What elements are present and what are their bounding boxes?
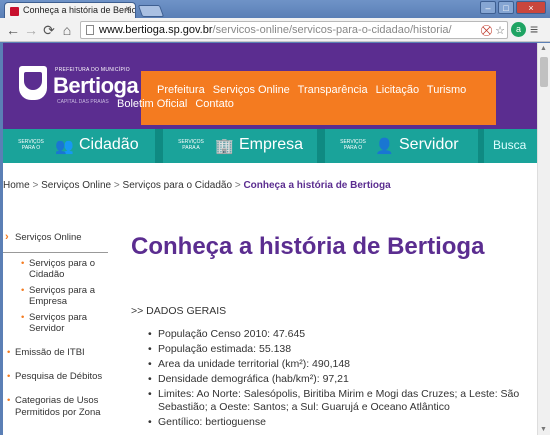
search-link[interactable]: Busca [493,138,526,152]
maximize-button[interactable]: □ [498,1,514,14]
bookmark-star-icon[interactable]: ☆ [495,23,505,38]
breadcrumb-home[interactable]: Home [3,180,30,191]
browser-menu-icon[interactable]: ≡ [530,21,538,37]
crest-icon [19,66,47,100]
portal-cidadao-label: Cidadão [79,136,139,153]
list-item: Area da unidade territorial (km²): 490,1… [148,358,536,371]
browser-toolbar: ← → ⟳ ⌂ www.bertioga.sp.gov.br/servicos-… [0,18,550,42]
breadcrumb-current: Conheça a história de Bertioga [243,180,391,191]
sidebar-item-servicos-online[interactable]: Serviços Online [3,230,108,253]
site-header: PREFEITURA DO MUNICÍPIO Bertioga CAPITAL… [3,43,537,129]
close-window-button[interactable]: × [516,1,546,14]
logo-name: Bertioga [53,73,139,98]
sidebar-sub-servidor[interactable]: Serviços para Servidor [3,312,111,334]
nav-link-servicos-online[interactable]: Serviços Online [213,84,290,96]
breadcrumb: Home > Serviços Online > Serviços para o… [3,180,391,191]
portal-servidor[interactable]: SERVIÇOS PARA O 👤 Servidor [337,129,478,163]
list-item: Gentílico: bertioguense [148,416,536,429]
facts-list: População Censo 2010: 47.645 População e… [148,328,536,431]
portal-empresa-label: Empresa [239,136,304,153]
minimize-button[interactable]: – [480,1,496,14]
nav-link-contato[interactable]: Contato [195,98,234,110]
browser-titlebar: Conheça a história de Bertio × – □ × [0,0,550,18]
home-button[interactable]: ⌂ [58,21,76,39]
building-icon: 🏢 [215,138,234,155]
favicon-icon [10,7,19,16]
sidebar-item-debitos[interactable]: Pesquisa de Débitos [3,371,111,383]
extension-icon[interactable]: a [511,22,526,37]
nav-link-transparencia[interactable]: Transparência [298,84,368,96]
address-bar[interactable]: www.bertioga.sp.gov.br/servicos-online/s… [80,21,508,39]
list-item: Limites: Ao Norte: Salesópolis, Biritiba… [148,388,536,414]
portal-cidadao[interactable]: SERVIÇOS PARA O 👥 Cidadão [15,129,155,163]
portal-empresa-pre: SERVIÇOS PARA A [178,139,204,151]
sidebar-sub-cidadao[interactable]: Serviços para o Cidadão [3,258,111,280]
site-logo[interactable]: PREFEITURA DO MUNICÍPIO Bertioga CAPITAL… [19,63,139,109]
scroll-up-icon[interactable]: ▲ [540,45,547,52]
nav-link-prefeitura[interactable]: Prefeitura [157,84,205,96]
page-title: Conheça a história de Bertioga [131,233,485,260]
nav-link-boletim[interactable]: Boletim Oficial [117,98,187,110]
people-icon: 👥 [55,138,74,155]
list-item: Densidade demográfica (hab/km²): 97,21 [148,373,536,386]
blocked-popup-icon[interactable]: ⛒ [481,23,492,38]
nav-link-turismo[interactable]: Turismo [427,84,466,96]
forward-button[interactable]: → [22,21,40,39]
sidebar-item-usos[interactable]: Categorias de Usos Permitidos por Zona [3,395,111,419]
page-viewport: PREFEITURA DO MUNICÍPIO Bertioga CAPITAL… [3,43,537,435]
list-item: População Censo 2010: 47.645 [148,328,536,341]
person-icon: 👤 [375,138,394,155]
tab-close-icon[interactable]: × [125,4,131,15]
url-path: /servicos-online/servicos-para-o-cidadao… [212,24,452,36]
new-tab-button[interactable] [137,5,165,17]
portal-cidadao-pre: SERVIÇOS PARA O [18,139,44,151]
vertical-scrollbar[interactable]: ▲ ▼ [537,43,550,435]
portal-servidor-label: Servidor [399,136,459,153]
tab-title: Conheça a história de Bertio [23,5,136,15]
sidebar-sub-empresa[interactable]: Serviços para a Empresa [3,285,111,307]
back-button[interactable]: ← [4,21,22,39]
portal-bar: SERVIÇOS PARA O 👥 Cidadão SERVIÇOS PARA … [3,129,537,163]
main-nav: Prefeitura Serviços Online Transparência… [117,71,496,125]
url-host: www.bertioga.sp.gov.br [99,24,213,36]
list-item: População estimada: 55.138 [148,343,536,356]
browser-tab[interactable]: Conheça a história de Bertio × [4,2,136,18]
scroll-down-icon[interactable]: ▼ [540,426,547,433]
page-icon [86,25,94,35]
breadcrumb-servicos-cidadao[interactable]: Serviços para o Cidadão [123,180,233,191]
portal-empresa[interactable]: SERVIÇOS PARA A 🏢 Empresa [175,129,317,163]
logo-tagline: CAPITAL DAS PRAIAS [57,99,109,105]
portal-servidor-pre: SERVIÇOS PARA O [340,139,366,151]
sidebar: Serviços Online Serviços para o Cidadão … [3,230,111,419]
reload-button[interactable]: ⟳ [40,21,58,39]
breadcrumb-servicos-online[interactable]: Serviços Online [41,180,111,191]
section-heading: >> DADOS GERAIS [131,305,227,317]
nav-link-licitacao[interactable]: Licitação [376,84,419,96]
sidebar-item-itbi[interactable]: Emissão de ITBI [3,347,111,359]
scrollbar-thumb[interactable] [540,57,548,87]
